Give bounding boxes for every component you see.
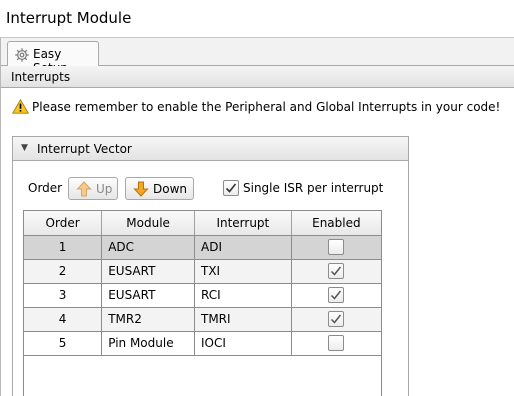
arrow-down-icon xyxy=(133,181,149,197)
table-body: 1 ADC ADI 2 EUSART TXI 3 EUSART RCI 4 TM… xyxy=(24,235,381,356)
down-button[interactable]: Down xyxy=(125,177,194,200)
section-title: Interrupts xyxy=(11,70,71,84)
left-border xyxy=(0,38,1,396)
interrupt-cell: TMRI xyxy=(194,307,292,332)
checkmark-icon xyxy=(331,290,342,300)
interrupt-cell: TXI xyxy=(194,259,292,284)
enabled-checkbox[interactable] xyxy=(328,335,345,351)
module-cell: EUSART xyxy=(101,259,195,284)
order-cell: 3 xyxy=(24,283,103,308)
warning-message: Please remember to enable the Peripheral… xyxy=(11,98,507,116)
enabled-cell xyxy=(291,283,381,308)
table-header-row: Order Module Interrupt Enabled xyxy=(24,211,381,236)
order-label: Order xyxy=(28,181,63,195)
interrupt-table: Order Module Interrupt Enabled 1 ADC ADI… xyxy=(23,210,382,396)
single-isr-checkbox[interactable] xyxy=(223,180,239,196)
warning-icon xyxy=(11,98,30,114)
column-header-order[interactable]: Order xyxy=(24,211,103,236)
interrupts-section-header: Interrupts xyxy=(1,66,514,88)
gear-icon xyxy=(14,47,30,63)
table-row[interactable]: 1 ADC ADI xyxy=(24,235,381,260)
title-bar: Interrupt Module xyxy=(0,0,514,38)
enabled-cell xyxy=(291,259,381,284)
table-row[interactable]: 5 Pin Module IOCI xyxy=(24,331,381,356)
interrupt-cell: RCI xyxy=(194,283,292,308)
order-cell: 4 xyxy=(24,307,103,332)
order-cell: 2 xyxy=(24,259,103,284)
table-row[interactable]: 3 EUSART RCI xyxy=(24,283,381,308)
table-row[interactable]: 2 EUSART TXI xyxy=(24,259,381,284)
panel-header[interactable]: ▼ Interrupt Vector xyxy=(13,137,408,161)
checkmark-icon xyxy=(331,266,342,276)
down-button-label: Down xyxy=(153,182,188,196)
interrupt-cell: ADI xyxy=(194,235,292,260)
enabled-checkbox[interactable] xyxy=(328,287,345,303)
column-header-enabled[interactable]: Enabled xyxy=(291,211,381,236)
warning-text: Please remember to enable the Peripheral… xyxy=(32,100,501,114)
single-isr-label: Single ISR per interrupt xyxy=(243,181,384,195)
order-cell: 5 xyxy=(24,331,103,356)
tab-easy-setup[interactable]: Easy Setup xyxy=(7,41,99,75)
module-cell: ADC xyxy=(101,235,195,260)
column-header-interrupt[interactable]: Interrupt xyxy=(194,211,292,236)
up-button-label: Up xyxy=(96,182,113,196)
table-row[interactable]: 4 TMR2 TMRI xyxy=(24,307,381,332)
module-cell: EUSART xyxy=(101,283,195,308)
enabled-checkbox[interactable] xyxy=(328,311,345,327)
up-button[interactable]: Up xyxy=(68,177,118,200)
collapse-triangle-icon[interactable]: ▼ xyxy=(21,143,28,153)
column-header-module[interactable]: Module xyxy=(101,211,195,236)
checkmark-icon xyxy=(225,183,237,193)
enabled-cell xyxy=(291,235,381,260)
module-cell: Pin Module xyxy=(101,331,195,356)
order-cell: 1 xyxy=(24,235,103,260)
enabled-cell xyxy=(291,331,381,356)
interrupt-cell: IOCI xyxy=(194,331,292,356)
arrow-up-icon xyxy=(76,181,92,197)
tab-strip: Easy Setup xyxy=(1,38,514,75)
interrupt-vector-panel: ▼ Interrupt Vector Order Up Down Single … xyxy=(12,136,409,396)
panel-title: Interrupt Vector xyxy=(37,142,132,156)
enabled-checkbox[interactable] xyxy=(328,239,345,255)
enabled-cell xyxy=(291,307,381,332)
checkmark-icon xyxy=(331,314,342,324)
window-title: Interrupt Module xyxy=(6,9,132,27)
module-cell: TMR2 xyxy=(101,307,195,332)
enabled-checkbox[interactable] xyxy=(328,263,345,279)
